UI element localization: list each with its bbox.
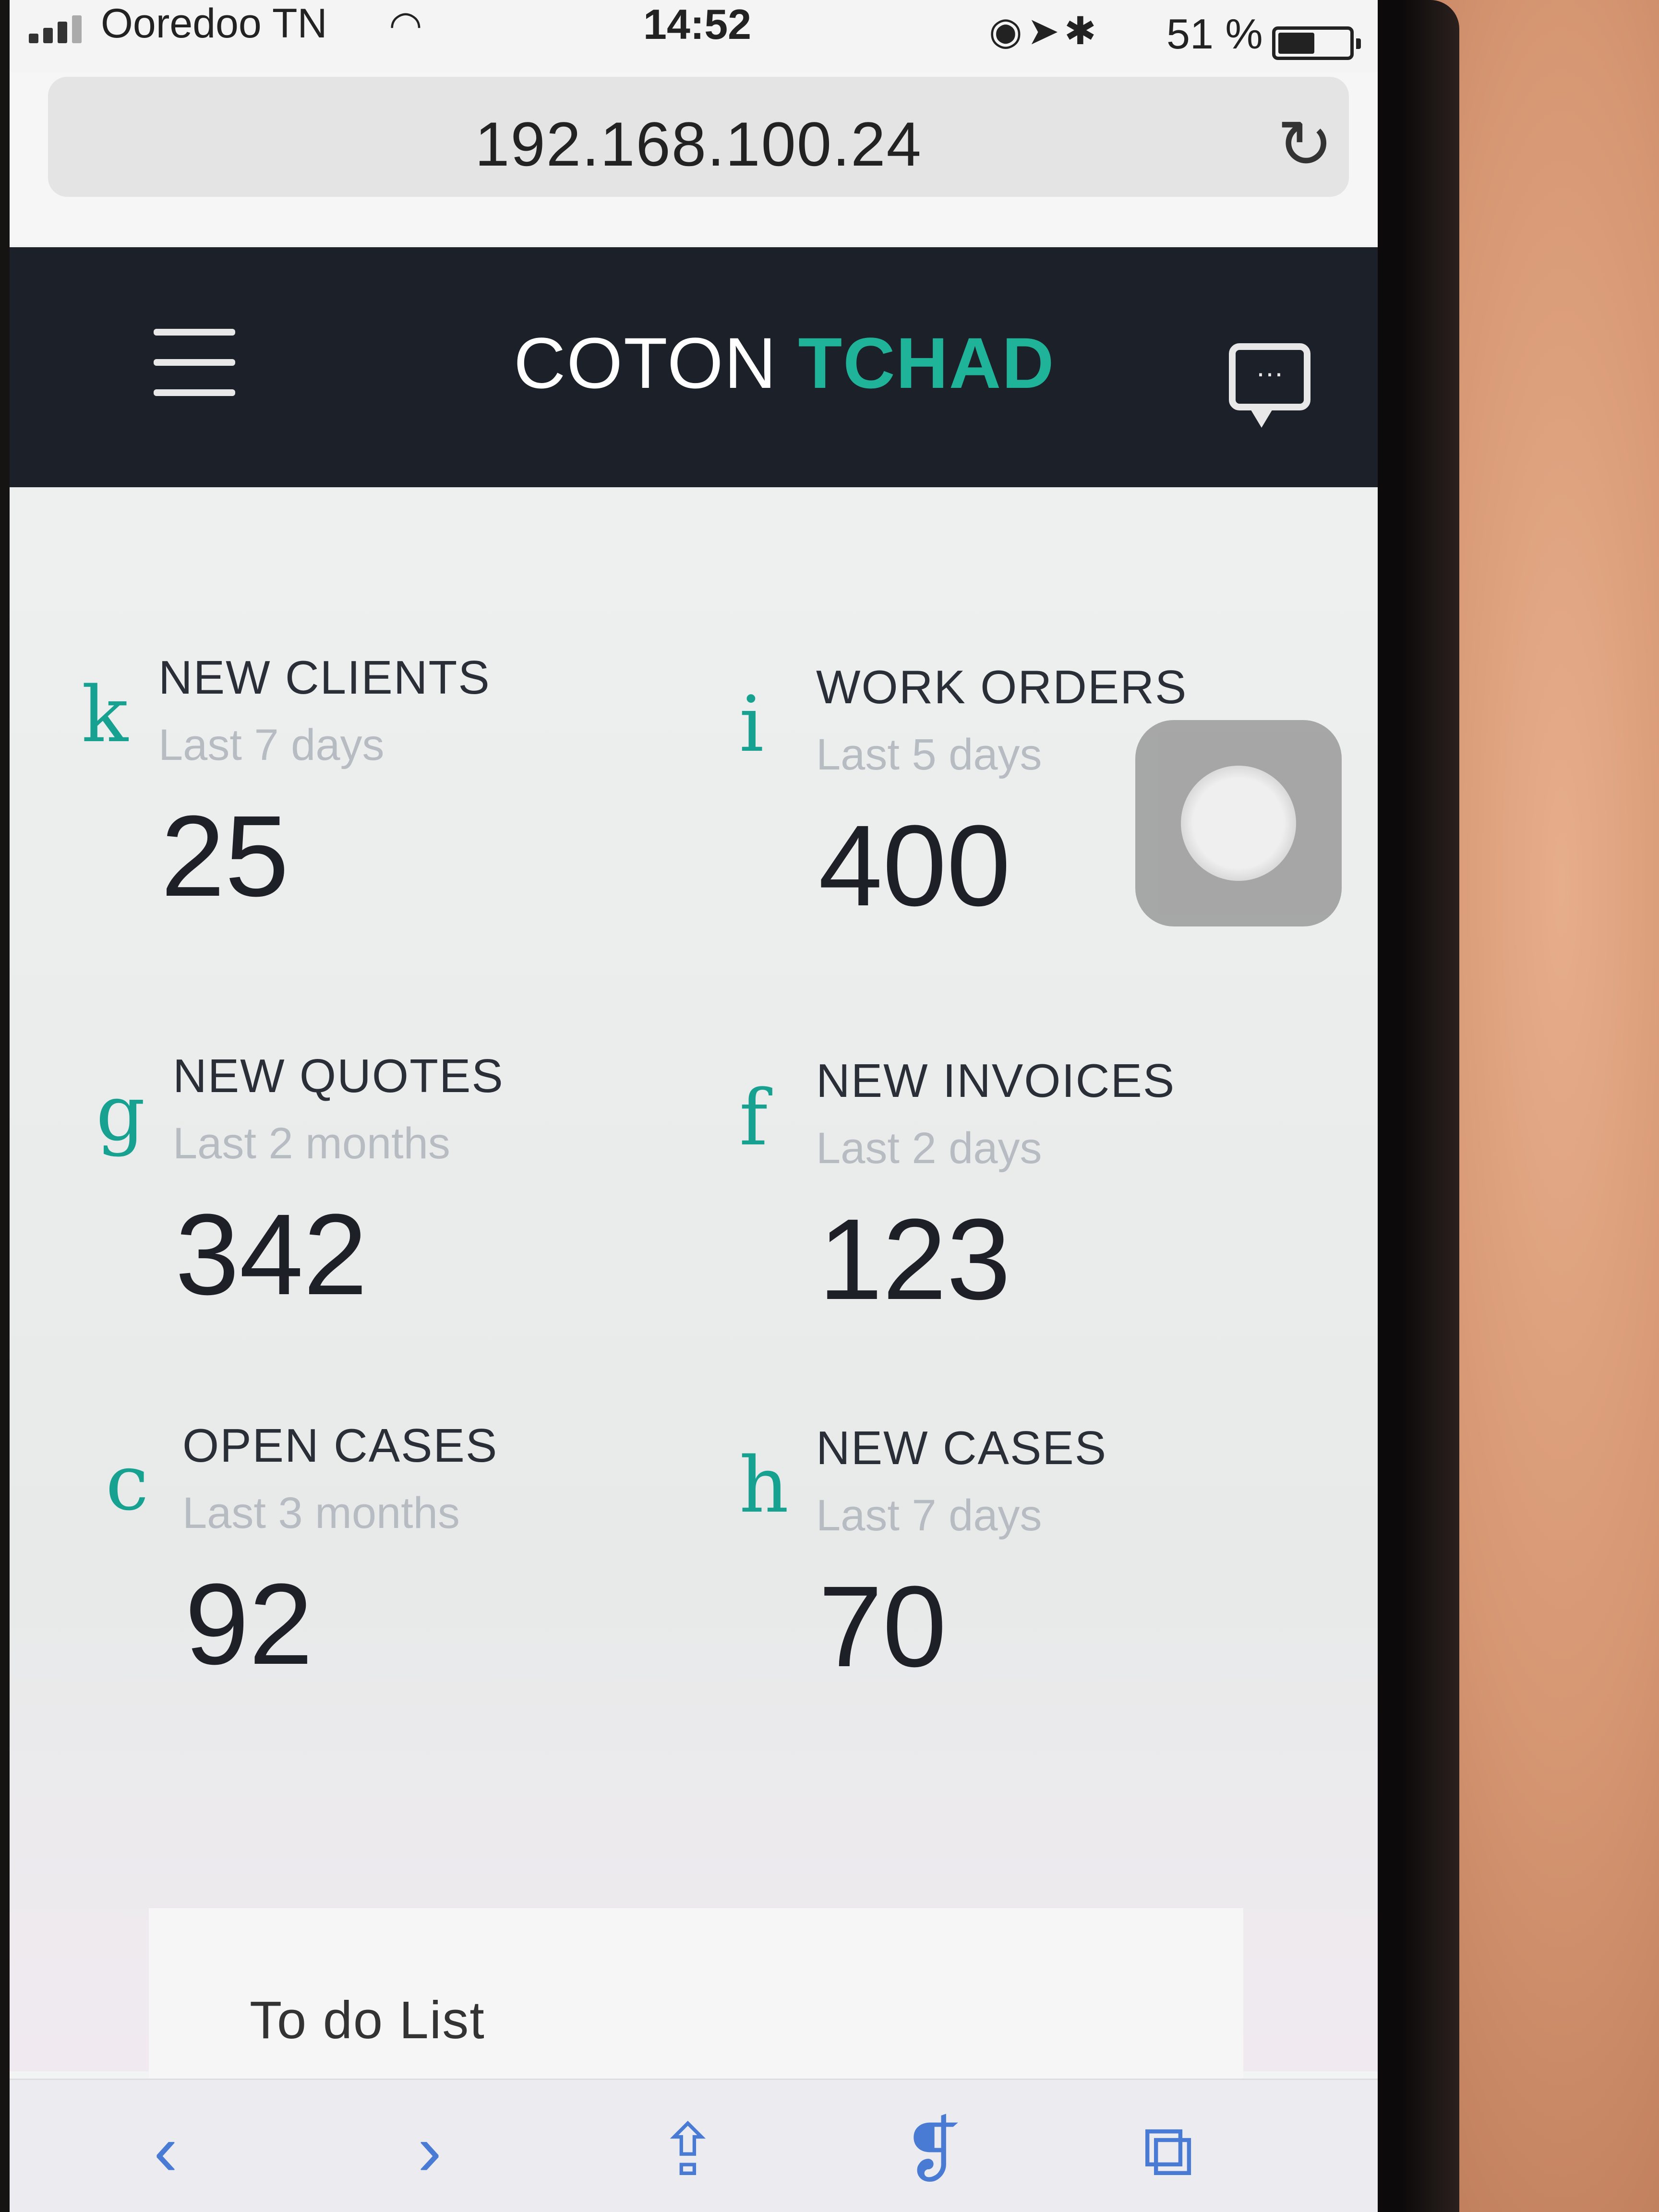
stat-title: WORK ORDERS — [816, 661, 1188, 713]
status-time: 14:52 — [643, 0, 752, 48]
assistive-touch-button[interactable] — [1135, 720, 1342, 926]
bluetooth-icon: ✱ — [1064, 10, 1101, 52]
hamburger-menu-icon[interactable] — [154, 329, 235, 396]
brand-part-2: TCHAD — [798, 323, 1055, 403]
forward-icon[interactable]: › — [418, 2109, 442, 2192]
battery-icon — [1272, 26, 1361, 60]
browser-toolbar: ‹ › ⇪ ❡ ⧉ — [10, 2079, 1378, 2212]
stat-period: Last 5 days — [816, 730, 1042, 779]
stat-period: Last 3 months — [182, 1489, 460, 1538]
stat-card-new-clients[interactable]: k NEW CLIENTS Last 7 days 25 — [82, 650, 706, 986]
address-bar[interactable]: 192.168.100.24 ↻ — [48, 77, 1349, 197]
brand-title: COTON TCHAD — [514, 322, 1055, 405]
share-icon[interactable]: ⇪ — [658, 2109, 718, 2192]
stat-title: OPEN CASES — [182, 1419, 498, 1472]
url-text[interactable]: 192.168.100.24 — [48, 108, 1349, 180]
orientation-lock-icon: ◉ — [989, 10, 1027, 52]
bookmarks-icon[interactable]: ❡ — [902, 2109, 963, 2192]
stat-card-open-cases[interactable]: c OPEN CASES Last 3 months 92 — [106, 1419, 730, 1755]
stat-value: 25 — [161, 792, 289, 920]
todo-list-panel[interactable]: To do List — [149, 1908, 1243, 2100]
stat-value: 342 — [175, 1190, 368, 1319]
stat-card-new-invoices[interactable]: f NEW INVOICES Last 2 days 123 — [739, 1054, 1363, 1390]
stat-value: 123 — [818, 1195, 1011, 1323]
stat-value: 400 — [818, 801, 1011, 930]
status-bar: Ooredoo TN ◠ 14:52 ◉➤✱ 51 % — [10, 0, 1378, 72]
app-header: COTON TCHAD … — [10, 247, 1378, 487]
new-quotes-icon: g — [96, 1068, 145, 1158]
new-invoices-icon: f — [739, 1073, 768, 1163]
stat-period: Last 7 days — [158, 721, 385, 769]
stat-title: NEW CASES — [816, 1421, 1107, 1474]
chat-bubble-icon[interactable]: … — [1229, 343, 1310, 428]
stat-value: 70 — [818, 1562, 947, 1691]
back-icon[interactable]: ‹ — [154, 2109, 178, 2192]
stat-card-new-cases[interactable]: h NEW CASES Last 7 days 70 — [739, 1421, 1363, 1757]
brand-part-1: COTON — [514, 323, 798, 403]
new-clients-icon: k — [82, 670, 128, 759]
browser-address-area: 192.168.100.24 ↻ — [10, 72, 1378, 245]
open-cases-icon: c — [106, 1438, 149, 1527]
stat-period: Last 7 days — [816, 1491, 1042, 1540]
stat-period: Last 2 days — [816, 1124, 1042, 1173]
stat-title: NEW INVOICES — [816, 1054, 1176, 1107]
stat-title: NEW QUOTES — [173, 1049, 504, 1102]
stat-title: NEW CLIENTS — [158, 651, 491, 704]
status-icons-group: ◉➤✱ — [989, 9, 1101, 53]
signal-icon — [29, 14, 86, 43]
battery-percentage: 51 % — [1166, 10, 1263, 58]
phone-screen: Ooredoo TN ◠ 14:52 ◉➤✱ 51 % 192.168.100.… — [10, 0, 1378, 2212]
new-cases-icon: h — [739, 1440, 789, 1530]
reload-icon[interactable]: ↻ — [1277, 106, 1333, 184]
tabs-icon[interactable]: ⧉ — [1142, 2109, 1194, 2194]
stat-period: Last 2 months — [173, 1119, 450, 1168]
wifi-icon: ◠ — [389, 3, 422, 46]
location-icon: ➤ — [1027, 10, 1064, 52]
stat-value: 92 — [185, 1560, 313, 1688]
todo-list-title: To do List — [250, 1991, 485, 2050]
stat-card-new-quotes[interactable]: g NEW QUOTES Last 2 months 342 — [96, 1049, 720, 1385]
work-orders-icon: i — [739, 679, 764, 769]
carrier-name: Ooredoo TN — [101, 0, 327, 47]
